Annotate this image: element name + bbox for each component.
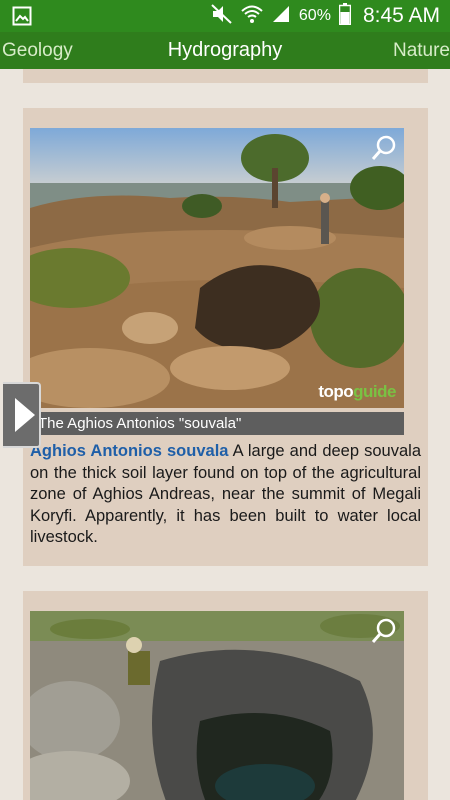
wifi-icon: [241, 4, 263, 29]
battery-percent: 60%: [298, 7, 331, 24]
play-arrow-button[interactable]: [3, 382, 41, 448]
photo-caption: The Aghios Antonios "souvala": [30, 412, 404, 435]
play-arrow-icon: [15, 398, 35, 432]
well-photo[interactable]: [30, 611, 404, 800]
zoom-icon[interactable]: [370, 617, 398, 645]
tab-geology[interactable]: Geology: [2, 32, 73, 69]
zoom-icon[interactable]: [370, 134, 398, 162]
topoguide-logo: topoguide: [318, 382, 396, 401]
clock: 8:45 AM: [362, 4, 440, 27]
image-icon: [12, 6, 32, 26]
item-title[interactable]: Aghios Antonios souvala: [30, 442, 228, 460]
previous-card: [23, 69, 428, 83]
battery-icon: [338, 2, 352, 30]
tab-nature[interactable]: Nature: [393, 32, 450, 69]
content-card-next: [23, 591, 428, 800]
souvala-photo[interactable]: topoguide: [30, 128, 404, 408]
mute-icon: [211, 3, 233, 29]
item-description: Aghios Antonios souvala A large and deep…: [30, 441, 421, 549]
content-card: topoguide The Aghios Antonios "souvala" …: [23, 108, 428, 566]
category-tabs: Hydrography Geology Nature: [0, 32, 450, 69]
signal-icon: [271, 4, 291, 29]
status-bar: 60% 8:45 AM: [0, 0, 450, 32]
